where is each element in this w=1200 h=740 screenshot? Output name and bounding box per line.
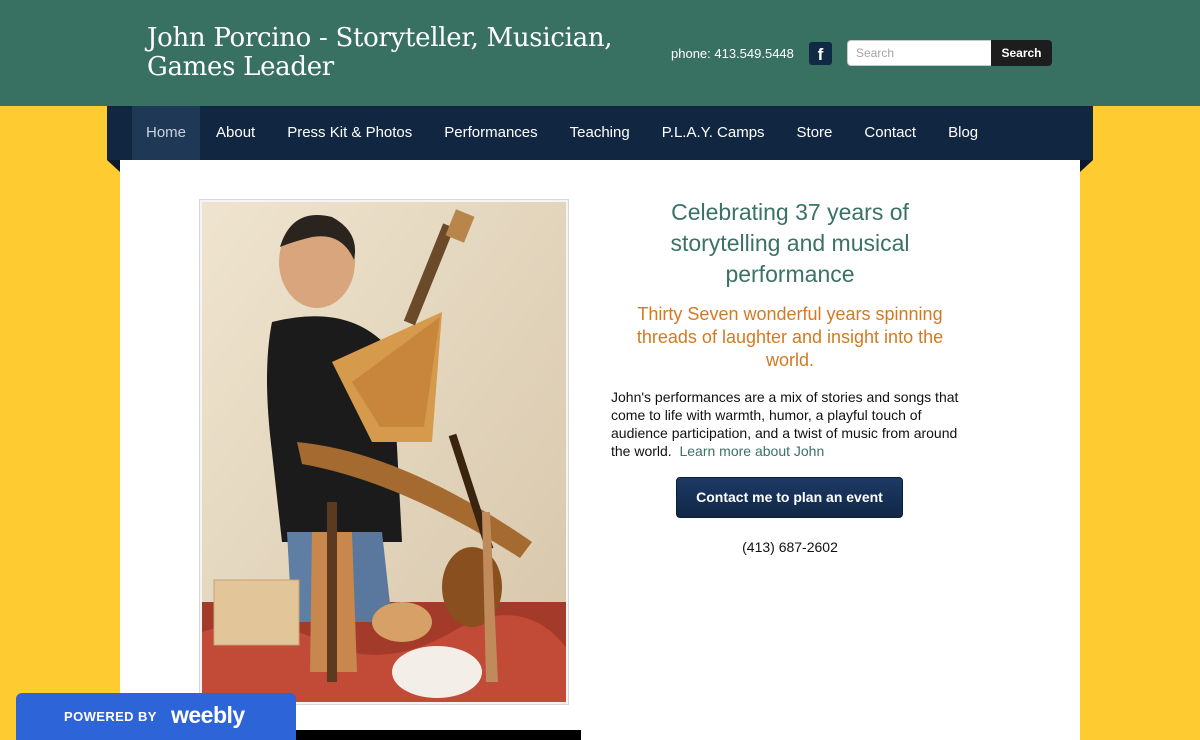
nav-item-press-kit[interactable]: Press Kit & Photos [271, 106, 428, 160]
nav-item-home[interactable]: Home [132, 106, 201, 160]
contact-button[interactable]: Contact me to plan an event [676, 477, 903, 518]
contact-phone: (413) 687-2602 [742, 539, 838, 555]
weebly-logo: weebly [171, 702, 245, 728]
header-phone: phone: 413.549.5448 [671, 46, 794, 61]
performer-photo [199, 199, 569, 705]
search-input[interactable] [847, 40, 992, 66]
nav-item-contact[interactable]: Contact [848, 106, 932, 160]
search-button[interactable]: Search [991, 40, 1052, 66]
main-nav: Home About Press Kit & Photos Performanc… [132, 106, 994, 160]
nav-item-play-camps[interactable]: P.L.A.Y. Camps [646, 106, 781, 160]
headline: Celebrating 37 years of storytelling and… [670, 199, 910, 287]
nav-item-teaching[interactable]: Teaching [554, 106, 646, 160]
weebly-badge[interactable]: POWERED BY weebly [16, 693, 296, 740]
nav-item-blog[interactable]: Blog [932, 106, 994, 160]
site-header: John Porcino - Storyteller, Musician, Ga… [0, 0, 1200, 106]
nav-item-about[interactable]: About [200, 106, 271, 160]
site-title[interactable]: John Porcino - Storyteller, Musician, Ga… [147, 24, 647, 82]
subheadline: Thirty Seven wonderful years spinning th… [636, 304, 944, 370]
performer-photo-illustration [202, 202, 566, 702]
nav-item-store[interactable]: Store [781, 106, 849, 160]
photo-caption-bar [296, 730, 581, 740]
powered-by-label: POWERED BY [64, 709, 157, 724]
nav-fold-left [107, 160, 120, 172]
intro-paragraph: John's performances are a mix of stories… [611, 388, 971, 460]
nav-fold-right [1080, 160, 1093, 172]
facebook-icon[interactable]: f [809, 42, 832, 65]
learn-more-link[interactable]: Learn more about John [679, 443, 824, 459]
nav-item-performances[interactable]: Performances [428, 106, 553, 160]
